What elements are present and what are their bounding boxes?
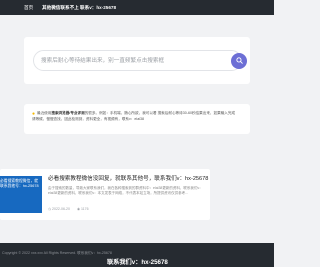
search-button[interactable]	[231, 52, 247, 69]
notice-tail: 联系v：elai38	[121, 116, 145, 121]
notice-highlight: 搜索浏览器/专业评测	[51, 111, 85, 115]
post-date: ◷ 2022-06-20	[48, 207, 70, 211]
search-card: 搜索后耐心等待结果出来，别一直频繁点击搜索框	[24, 37, 250, 84]
footer-contact: 联系我们v：hx-25678	[107, 259, 168, 266]
thumbnail-text: 必看搜索教程微信，就联系我他号：hx-25678	[0, 179, 39, 189]
clock-icon: ◷	[48, 207, 52, 211]
post-thumbnail[interactable]: 必看搜索教程微信，就联系我他号：hx-25678	[0, 176, 42, 213]
notice-card: ● 最近使用搜索浏览器/专业评测的很多。例如：手机端，随心所欲，我可以看 搜索后…	[24, 104, 250, 134]
top-navbar: 首页 其他微信联系不上 联系v：hx-25678	[0, 0, 274, 15]
eye-icon: ◉	[76, 207, 80, 211]
nav-home-link[interactable]: 首页	[24, 3, 33, 12]
post-views: ◉ 1176	[76, 207, 89, 211]
search-input[interactable]: 搜索后耐心等待结果出来，别一直频繁点击搜索框	[33, 50, 247, 71]
post-card[interactable]: 必看搜索教程微信，就联系我他号：hx-25678 必看搜索教程微信没回复，就联系…	[0, 169, 210, 220]
post-title[interactable]: 必看搜索教程微信没回复，就联系其他号，联系我们v：hx-25678	[48, 175, 208, 183]
search-icon	[235, 57, 243, 64]
nav-site-title[interactable]: 其他微信联系不上 联系v：hx-25678	[42, 3, 116, 12]
notice-text: 最近使用搜索浏览器/专业评测的很多。例如：手机端，随心所欲，我可以看 搜索后耐心…	[32, 111, 236, 121]
post-meta: ◷ 2022-06-20 ◉ 1176	[48, 207, 95, 212]
footer-copyright: Copyright © 2022 xxx.xxx All Rights Rese…	[2, 251, 112, 255]
page-footer: Copyright © 2022 xxx.xxx All Rights Rese…	[0, 243, 274, 267]
search-placeholder: 搜索后耐心等待结果出来，别一直频繁点击搜索框	[41, 58, 165, 64]
post-excerpt: 由于搜索的数量，导致大家联系我们，我在各种搜索到的群资料中：elai38更新的资…	[48, 186, 203, 195]
